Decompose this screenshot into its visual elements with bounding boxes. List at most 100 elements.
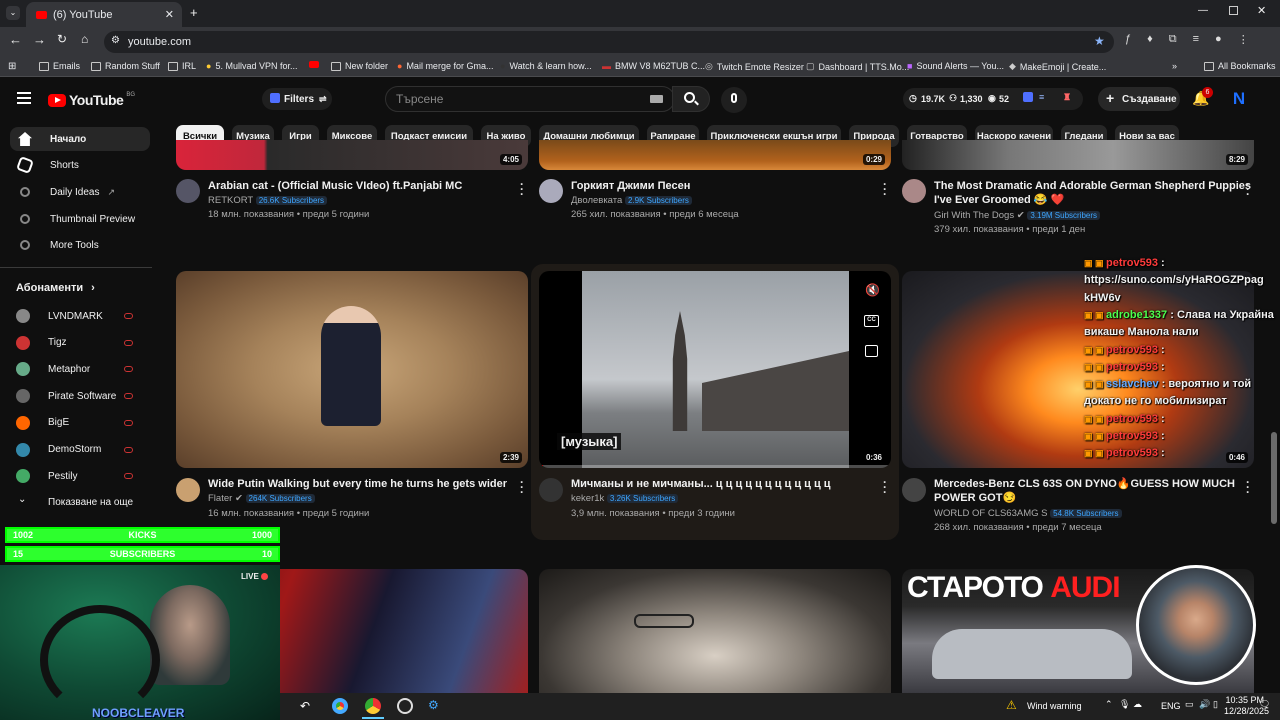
hamburger-menu-icon[interactable] bbox=[17, 92, 31, 104]
more-options-icon[interactable]: · · · bbox=[520, 178, 524, 200]
site-info-icon[interactable]: ⚙ bbox=[111, 35, 120, 46]
more-options-icon[interactable]: · · · bbox=[883, 476, 887, 498]
video-thumbnail[interactable] bbox=[539, 569, 891, 693]
sidebar-item-more-tools[interactable]: More Tools bbox=[10, 233, 150, 257]
sidebar-item-subscription[interactable]: Pirate Software bbox=[16, 386, 140, 406]
channel-avatar[interactable] bbox=[539, 478, 563, 502]
window-close-icon[interactable]: ✕ bbox=[1257, 4, 1266, 17]
warning-icon[interactable]: ⚠ bbox=[1006, 698, 1017, 712]
video-channel[interactable]: keker1k 3.26K Subscribers bbox=[571, 492, 679, 506]
youtube-logo[interactable]: YouTube BG bbox=[48, 92, 135, 108]
video-title[interactable]: Wide Putin Walking but every time he tur… bbox=[208, 477, 507, 491]
avatar[interactable]: N bbox=[1229, 89, 1249, 109]
create-button[interactable]: + Създаване bbox=[1098, 87, 1180, 111]
show-more-button[interactable]: ⌄ Показване на още bbox=[16, 492, 140, 512]
bookmark[interactable] bbox=[309, 61, 319, 68]
video-title[interactable]: Arabian cat - (Official Music VIdeo) ft.… bbox=[208, 179, 462, 193]
sidebar-item-subscription[interactable]: DemoStorm bbox=[16, 440, 140, 460]
sidebar-item-subscription[interactable]: BigE bbox=[16, 413, 140, 433]
steam-icon[interactable]: ⚙ bbox=[428, 698, 439, 712]
battery-icon[interactable]: ▯ bbox=[1213, 699, 1218, 710]
chrome-icon[interactable] bbox=[332, 698, 348, 714]
channel-avatar[interactable] bbox=[176, 179, 200, 203]
video-channel[interactable]: Дволевката 2.9K Subscribers bbox=[571, 194, 692, 208]
bookmark[interactable]: Random Stuff bbox=[91, 61, 160, 71]
captions-icon[interactable]: CC bbox=[864, 315, 879, 327]
notifications-button[interactable]: 🔔 6 bbox=[1192, 87, 1213, 106]
channel-avatar[interactable] bbox=[902, 179, 926, 203]
bookmark[interactable]: IRL bbox=[168, 61, 196, 71]
clock[interactable]: 10:35 PM 12/28/2025 bbox=[1224, 695, 1269, 717]
voice-search-button[interactable] bbox=[721, 87, 747, 113]
sidebar-item-subscription[interactable]: LVNDMARK bbox=[16, 306, 140, 326]
all-bookmarks[interactable]: All Bookmarks bbox=[1204, 61, 1276, 71]
bookmark[interactable]: ■ Sound Alerts — You... bbox=[907, 61, 1004, 71]
video-thumbnail[interactable]: 8:29 bbox=[902, 140, 1254, 170]
bookmark[interactable]: New folder bbox=[331, 61, 388, 71]
taskbar-app-icon[interactable]: ↶ bbox=[300, 699, 310, 713]
filters-button[interactable]: Filters ⇌ bbox=[262, 88, 332, 110]
volume-icon[interactable]: 🔊 bbox=[1199, 699, 1210, 710]
channel-avatar[interactable] bbox=[176, 478, 200, 502]
puzzle-icon[interactable]: ⧉ bbox=[1169, 33, 1177, 51]
video-channel[interactable]: WORLD OF CLS63AMG S 54.8K Subscribers bbox=[934, 507, 1122, 521]
obs-icon[interactable] bbox=[397, 698, 413, 714]
chrome-active-icon[interactable] bbox=[365, 698, 381, 714]
more-options-icon[interactable]: · · · bbox=[520, 476, 524, 498]
list-icon[interactable]: ≡ bbox=[1039, 92, 1044, 102]
channel-avatar[interactable] bbox=[902, 478, 926, 502]
weather-text[interactable]: Wind warning bbox=[1027, 701, 1082, 711]
video-title[interactable]: Mercedes-Benz CLS 63S ON DYNO🔥GUESS HOW … bbox=[934, 477, 1235, 505]
bookmark[interactable]: ▬ BMW V8 M62TUB C... bbox=[602, 61, 705, 71]
award-icon[interactable]: ♜ bbox=[1063, 92, 1071, 103]
bookmark-star-icon[interactable]: ★ bbox=[1094, 34, 1105, 48]
apps-icon[interactable]: ⊞ bbox=[8, 61, 16, 72]
sidebar-item-daily-ideas[interactable]: Daily Ideas ↗ bbox=[10, 180, 150, 204]
image-icon[interactable] bbox=[865, 345, 878, 357]
browser-tab[interactable]: (6) YouTube ✕ bbox=[26, 2, 182, 27]
video-channel[interactable]: RETKORT 26.6K Subscribers bbox=[208, 194, 328, 208]
keyboard-icon[interactable] bbox=[650, 95, 663, 103]
language-indicator[interactable]: ENG bbox=[1161, 701, 1181, 711]
search-input[interactable]: Търсене bbox=[385, 86, 675, 112]
progress-bar[interactable] bbox=[539, 465, 891, 468]
media-icon[interactable]: ≡ bbox=[1193, 33, 1199, 51]
video-title[interactable]: Мичманы и не мичманы... ц ц ц ц ц ц ц ц … bbox=[571, 477, 831, 491]
home-icon[interactable]: ⌂ bbox=[81, 32, 88, 46]
channel-stats[interactable]: ◷ 19.7K ⚇ 1,330 ◉ 52 ≡ ♜ bbox=[903, 88, 1083, 110]
notification-center-icon[interactable]: 🗨 bbox=[1259, 699, 1270, 710]
menu-icon[interactable]: ⋮ bbox=[1238, 33, 1249, 51]
sidebar-item-shorts[interactable]: Shorts bbox=[10, 153, 150, 177]
mic-tray-icon[interactable]: 🎙 bbox=[1119, 699, 1130, 710]
minimize-icon[interactable]: — bbox=[1198, 5, 1208, 16]
video-channel[interactable]: Flater ✔ 264K Subscribers bbox=[208, 492, 315, 506]
close-tab-icon[interactable]: ✕ bbox=[165, 8, 174, 21]
sidebar-item-subscription[interactable]: Pestily bbox=[16, 466, 140, 486]
page-scrollbar[interactable] bbox=[1271, 432, 1277, 524]
bookmark[interactable]: Emails bbox=[39, 61, 80, 71]
bookmark[interactable]: ▢ Dashboard | TTS.Mo... bbox=[806, 61, 909, 72]
bookmark[interactable]: ● 5. Mullvad VPN for... bbox=[206, 61, 297, 71]
bookmark[interactable]: ◎ Twitch Emote Resizer bbox=[705, 61, 804, 72]
sidebar-item-subscription[interactable]: Tigz bbox=[16, 333, 140, 353]
back-icon[interactable]: ← bbox=[9, 32, 22, 47]
bookmark[interactable]: ● Mail merge for Gma... bbox=[397, 61, 493, 71]
more-bookmarks-icon[interactable]: » bbox=[1172, 61, 1177, 71]
cloud-icon[interactable]: ☁ bbox=[1133, 699, 1142, 710]
extension-icon[interactable]: ƒ bbox=[1125, 33, 1131, 51]
sidebar-item-subscription[interactable]: Metaphor bbox=[16, 359, 140, 379]
video-thumbnail[interactable]: 0:29 bbox=[539, 140, 891, 170]
new-tab-icon[interactable]: + bbox=[190, 5, 198, 20]
sidebar-item-thumbnail-preview[interactable]: Thumbnail Preview bbox=[10, 207, 150, 231]
channel-avatar[interactable] bbox=[539, 179, 563, 203]
video-preview-player[interactable]: [музыка] 0:36 🔇 CC bbox=[539, 271, 891, 468]
video-title[interactable]: Горкият Джими Песен bbox=[571, 179, 690, 193]
tab-search-icon[interactable]: ⌄ bbox=[6, 6, 20, 20]
forward-icon[interactable]: → bbox=[33, 32, 46, 47]
subscriptions-header[interactable]: Абонаменти › bbox=[16, 282, 95, 294]
video-thumbnail[interactable]: 2:39 bbox=[176, 271, 528, 468]
bookmark[interactable]: ● Watch & learn how... bbox=[500, 61, 592, 71]
extension-icon[interactable] bbox=[1023, 92, 1033, 102]
bookmark[interactable]: ◆ MakeEmoji | Create... bbox=[1009, 61, 1106, 72]
extension-icon[interactable]: ♦ bbox=[1147, 33, 1153, 51]
